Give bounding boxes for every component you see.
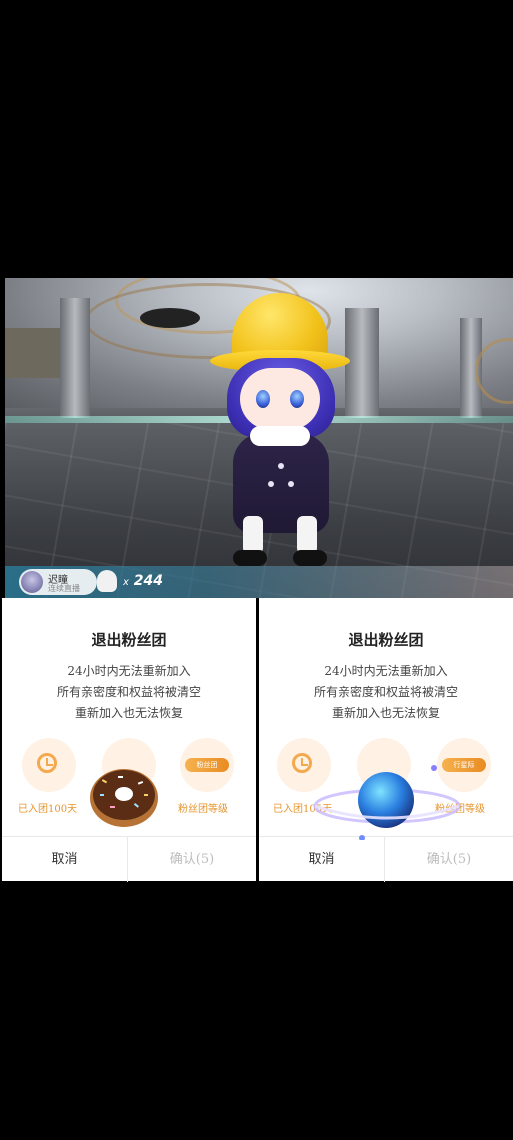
- clock-icon: [292, 753, 312, 773]
- anchor-info[interactable]: 迟瞳 连续直播: [19, 569, 97, 595]
- gift-counter: x 244: [123, 573, 163, 589]
- fan-badge: 粉丝团: [185, 758, 229, 772]
- level-stat: 粉丝团: [180, 738, 234, 792]
- decor-crate: [5, 328, 60, 378]
- avatar-leg: [297, 516, 317, 554]
- avatar-face: [240, 368, 320, 430]
- days-label: 已入团100天: [18, 804, 78, 815]
- avatar-collar: [250, 426, 310, 446]
- dialog-warning-line: 所有亲密度和权益将被清空: [56, 685, 201, 699]
- quit-fan-club-dialog: 退出粉丝团 24小时内无法重新加入 所有亲密度和权益将被清空 重新加入也无法恢复…: [2, 598, 256, 882]
- dialog-warning-line: 24小时内无法重新加入: [67, 664, 191, 678]
- virtual-avatar: [205, 288, 355, 573]
- decor-disc: [140, 308, 200, 328]
- gift-count: 244: [133, 573, 164, 589]
- decor-pillar: [60, 298, 90, 418]
- dialog-warning-line: 24小时内无法重新加入: [324, 664, 448, 678]
- dialog-title: 退出粉丝团: [348, 631, 424, 649]
- confirm-button[interactable]: 确认(5): [385, 837, 513, 882]
- dialog-title: 退出粉丝团: [91, 631, 167, 649]
- clock-icon: [37, 753, 57, 773]
- gift-count-prefix: x: [123, 577, 129, 588]
- dialog-warning-line: 重新加入也无法恢复: [331, 706, 440, 720]
- live-info-bar: 迟瞳 连续直播 x 244: [5, 566, 513, 598]
- level-label: 粉丝团等级: [178, 804, 228, 815]
- ghost-icon[interactable]: [97, 570, 117, 592]
- live-video[interactable]: [5, 278, 513, 598]
- avatar-shoe: [233, 550, 267, 566]
- anchor-avatar[interactable]: [21, 571, 43, 593]
- planet-gift-icon: [313, 765, 461, 840]
- days-stat: [22, 738, 76, 792]
- avatar-shoe: [293, 550, 327, 566]
- confirm-button[interactable]: 确认(5): [128, 837, 256, 882]
- dialog-buttons: 取消 确认(5): [259, 836, 513, 882]
- dialog-warning-line: 重新加入也无法恢复: [74, 706, 183, 720]
- dialog-buttons: 取消 确认(5): [2, 836, 256, 882]
- avatar-leg: [243, 516, 263, 554]
- cancel-button[interactable]: 取消: [259, 837, 385, 882]
- dialog-warning-line: 所有亲密度和权益将被清空: [313, 685, 458, 699]
- donut-gift-icon: [90, 769, 158, 827]
- cancel-button[interactable]: 取消: [2, 837, 128, 882]
- anchor-status: 连续直播: [48, 584, 80, 593]
